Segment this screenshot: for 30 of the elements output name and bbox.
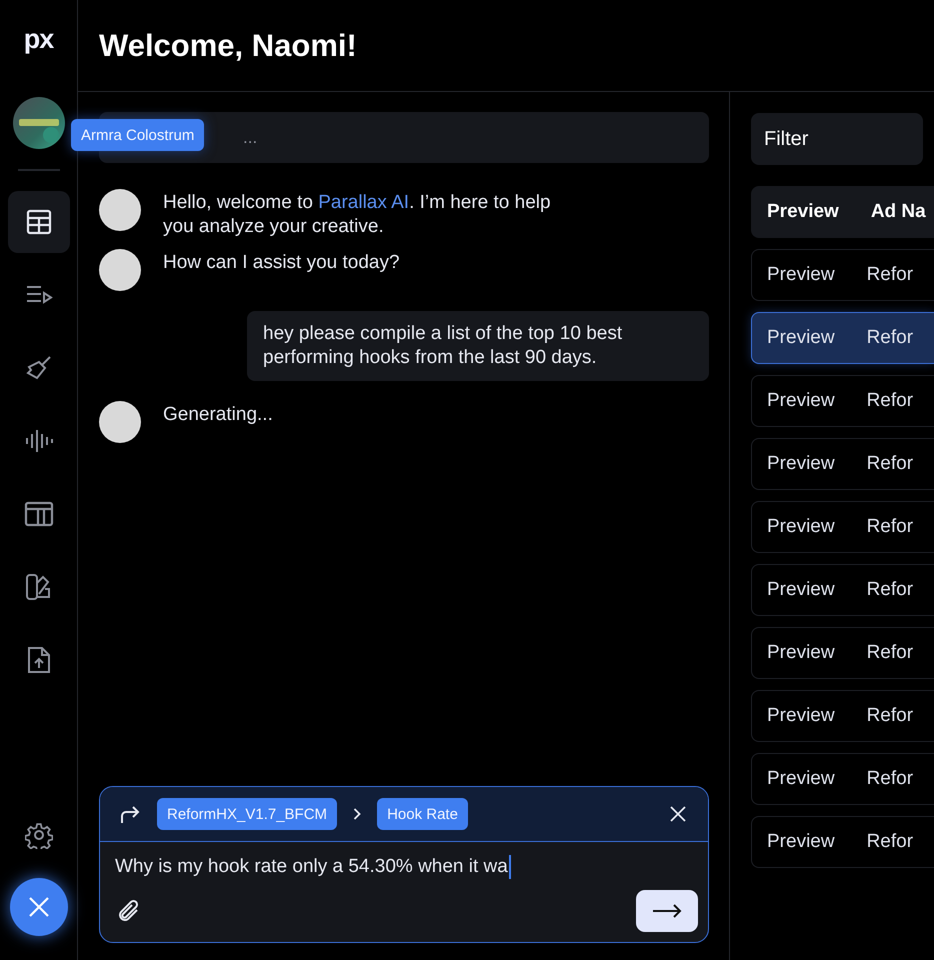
table-cell: Preview — [767, 390, 835, 412]
column-header: Preview — [767, 201, 839, 223]
table-cell: Preview — [767, 516, 835, 538]
table-cell: Refor — [866, 264, 914, 286]
table-cell: Refor — [866, 642, 914, 664]
user-message: hey please compile a list of the top 10 best performing hooks from the last 90 days. — [247, 311, 709, 381]
assistant-message: Generating... — [163, 403, 273, 427]
app-logo: px — [24, 26, 54, 53]
table-cell: Refor — [866, 390, 914, 412]
table-cell: Preview — [767, 768, 835, 790]
brand-tooltip: Armra Colostrum — [71, 119, 204, 151]
table-cell: Preview — [767, 831, 835, 853]
page-title: Welcome, Naomi! — [99, 28, 357, 64]
table-cell: Refor — [866, 705, 914, 727]
table-cell: Refor — [866, 831, 914, 853]
table-cell: Preview — [767, 327, 835, 349]
assistant-message: How can I assist you today? — [163, 251, 400, 275]
table-cell: Preview — [767, 642, 835, 664]
table-cell: Refor — [866, 768, 914, 790]
assistant-message: Hello, welcome to Parallax AI. I’m here to help you analyze your creative. — [163, 191, 552, 239]
table-cell: Preview — [767, 453, 835, 475]
table-cell: Preview — [767, 579, 835, 601]
table-cell: Refor — [866, 516, 914, 538]
table-cell: Preview — [767, 264, 835, 286]
table-cell: Refor — [866, 327, 914, 349]
ellipsis-text: ... — [243, 128, 258, 148]
table-cell: Refor — [866, 453, 914, 475]
column-header: Ad Na — [870, 201, 926, 223]
table-cell: Refor — [866, 579, 914, 601]
table-cell: Preview — [767, 705, 835, 727]
